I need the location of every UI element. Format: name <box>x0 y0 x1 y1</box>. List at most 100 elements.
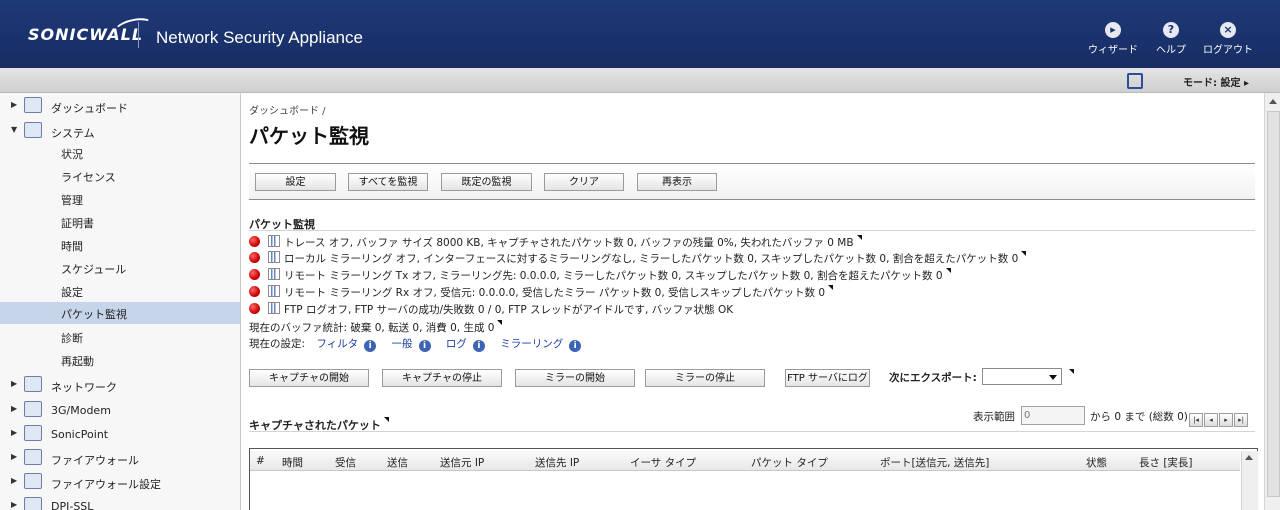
sidebar-item-schedules[interactable]: スケジュール <box>0 257 240 279</box>
sidebar-item-firewall[interactable]: ▶ ファイアウォール <box>0 447 240 469</box>
breadcrumb[interactable]: ダッシュボード / <box>249 102 326 117</box>
expand-arrow-icon[interactable]: ▶ <box>11 428 17 437</box>
col-ports[interactable]: ポート[送信元, 送信先] <box>880 455 989 470</box>
logout-button[interactable]: × ログアウト <box>1198 22 1258 56</box>
firewall-icon <box>24 449 42 465</box>
scrollbar-thumb[interactable] <box>1267 111 1280 497</box>
range-suffix: から 0 まで (総数 0) <box>1090 411 1188 423</box>
collapse-arrow-icon[interactable]: ▼ <box>11 125 17 134</box>
sidebar-item-licenses[interactable]: ライセンス <box>0 165 240 187</box>
section-divider <box>249 431 1255 432</box>
col-time[interactable]: 時間 <box>282 455 303 470</box>
page-title: パケット監視 <box>249 124 369 148</box>
network-icon <box>24 376 42 392</box>
stop-capture-button[interactable]: キャプチャの停止 <box>382 369 502 387</box>
expand-arrow-icon[interactable]: ▶ <box>11 452 17 461</box>
monitor-all-button[interactable]: すべてを監視 <box>348 173 428 191</box>
refresh-button[interactable]: 再表示 <box>637 173 717 191</box>
col-source-ip[interactable]: 送信元 IP <box>440 455 484 470</box>
sidebar-item-time[interactable]: 時間 <box>0 234 240 256</box>
stats-icon[interactable] <box>268 285 280 297</box>
last-page-button[interactable]: ▸| <box>1234 413 1248 427</box>
sidebar-item-dashboard[interactable]: ▶ ダッシュボード <box>0 95 240 117</box>
next-page-button[interactable]: ▸ <box>1219 413 1233 427</box>
clear-button[interactable]: クリア <box>544 173 624 191</box>
sidebar-item-packet-monitor[interactable]: パケット監視 <box>0 302 240 324</box>
dropdown-tick-icon[interactable] <box>828 285 834 290</box>
start-mirror-button[interactable]: ミラーの開始 <box>515 369 635 387</box>
info-icon[interactable]: i <box>472 340 485 352</box>
status-off-icon <box>249 269 260 280</box>
expand-arrow-icon[interactable]: ▶ <box>11 476 17 485</box>
wizard-button[interactable]: ▸ ウィザード <box>1083 22 1143 56</box>
expand-arrow-icon[interactable]: ▶ <box>11 379 17 388</box>
scroll-up-icon[interactable] <box>1269 99 1277 104</box>
col-status[interactable]: 状態 <box>1086 455 1107 470</box>
info-icon[interactable]: i <box>569 340 582 352</box>
expand-arrow-icon[interactable]: ▶ <box>11 500 17 509</box>
help-button[interactable]: ? ヘルプ <box>1141 22 1201 56</box>
sidebar-item-3g-modem[interactable]: ▶ 3G/Modem <box>0 399 240 421</box>
dropdown-tick-icon[interactable] <box>1021 251 1027 256</box>
filter-link[interactable]: フィルタ <box>316 338 358 350</box>
monitor-default-button[interactable]: 既定の監視 <box>441 173 532 191</box>
settings-button[interactable]: 設定 <box>255 173 336 191</box>
info-icon[interactable]: i <box>418 340 431 352</box>
sidebar-item-dpi-ssl[interactable]: ▶ DPI-SSL <box>0 495 240 510</box>
log-to-ftp-button[interactable]: FTP サーバにログ <box>785 369 870 387</box>
stats-icon[interactable] <box>268 251 280 263</box>
dpi-ssl-icon <box>24 497 42 510</box>
sidebar-item-administration[interactable]: 管理 <box>0 188 240 210</box>
status-off-icon <box>249 303 260 314</box>
sidebar-item-sonicpoint[interactable]: ▶ SonicPoint <box>0 423 240 445</box>
sidebar-item-system[interactable]: ▼ システム <box>0 120 240 142</box>
prev-page-button[interactable]: ◂ <box>1204 413 1218 427</box>
sidebar-item-settings[interactable]: 設定 <box>0 280 240 302</box>
status-off-icon <box>249 286 260 297</box>
sidebar: ▶ ダッシュボード ▼ システム 状況 ライセンス 管理 証明書 時間 スケジュ… <box>0 93 241 510</box>
col-packet-type[interactable]: パケット タイプ <box>751 455 828 470</box>
col-length[interactable]: 長さ [実長] <box>1139 455 1193 470</box>
wizard-icon: ▸ <box>1105 22 1121 38</box>
first-page-button[interactable]: |◂ <box>1189 413 1203 427</box>
mirroring-link[interactable]: ミラーリング <box>500 338 563 350</box>
sidebar-item-firewall-settings[interactable]: ▶ ファイアウォール設定 <box>0 471 240 493</box>
dropdown-tick-icon[interactable] <box>1069 369 1074 374</box>
help-icon: ? <box>1163 22 1179 38</box>
general-link[interactable]: 一般 <box>392 338 413 350</box>
dropdown-tick-icon[interactable] <box>383 417 389 422</box>
table-scrollbar[interactable] <box>1241 451 1258 510</box>
table-header: # 時間 受信 送信 送信元 IP 送信先 IP イーサ タイプ パケット タイ… <box>250 451 1240 471</box>
dropdown-tick-icon[interactable] <box>497 320 503 325</box>
export-format-select[interactable] <box>982 368 1062 385</box>
sidebar-item-certificates[interactable]: 証明書 <box>0 211 240 233</box>
sonicwall-logo: SONICWALL <box>28 15 156 44</box>
col-ether-type[interactable]: イーサ タイプ <box>630 455 696 470</box>
sidebar-item-status[interactable]: 状況 <box>0 142 240 164</box>
popout-icon[interactable] <box>1127 73 1143 89</box>
stats-icon[interactable] <box>268 302 280 314</box>
section-divider <box>249 230 1255 231</box>
status-off-icon <box>249 236 260 247</box>
start-capture-button[interactable]: キャプチャの開始 <box>249 369 369 387</box>
mode-selector[interactable]: モード: 設定 ▸ <box>1183 74 1249 89</box>
stats-icon[interactable] <box>268 268 280 280</box>
scroll-up-icon[interactable] <box>1245 455 1253 460</box>
sidebar-item-restart[interactable]: 再起動 <box>0 349 240 371</box>
sidebar-item-diagnostics[interactable]: 診断 <box>0 326 240 348</box>
col-in[interactable]: 受信 <box>335 455 356 470</box>
col-out[interactable]: 送信 <box>387 455 408 470</box>
dropdown-tick-icon[interactable] <box>856 235 862 240</box>
stats-icon[interactable] <box>268 235 280 247</box>
page-scrollbar[interactable] <box>1264 93 1280 510</box>
dropdown-tick-icon[interactable] <box>945 268 951 273</box>
info-icon[interactable]: i <box>364 340 377 352</box>
range-start-input[interactable]: 0 <box>1021 406 1085 425</box>
expand-arrow-icon[interactable]: ▶ <box>11 404 17 413</box>
sidebar-item-network[interactable]: ▶ ネットワーク <box>0 374 240 396</box>
log-link[interactable]: ログ <box>446 338 467 350</box>
col-destination-ip[interactable]: 送信先 IP <box>535 455 579 470</box>
expand-arrow-icon[interactable]: ▶ <box>11 100 17 109</box>
col-number[interactable]: # <box>256 455 265 467</box>
stop-mirror-button[interactable]: ミラーの停止 <box>645 369 765 387</box>
